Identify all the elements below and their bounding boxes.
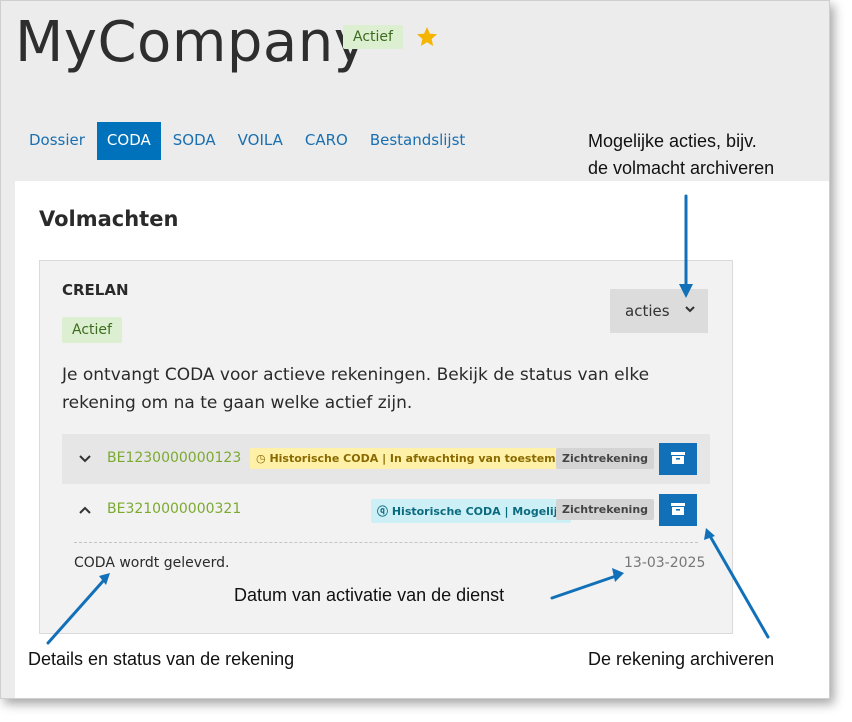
account-iban[interactable]: BE1230000000123 [107, 450, 241, 466]
clock-icon: ◷ [256, 452, 266, 465]
bank-name: CRELAN [62, 281, 129, 299]
archive-account-button[interactable] [659, 494, 697, 526]
account-status-text: Historische CODA | Mogelijk [391, 505, 565, 518]
content-panel: Volmachten CRELAN Actief acties Je ontva… [15, 181, 829, 698]
account-status-tag: ◷ Historische CODA | In afwachting van t… [250, 448, 593, 469]
account-type-tag: Zichtrekening [556, 448, 655, 469]
tab-bar: Dossier CODA SODA VOILA CARO Bestandslij… [19, 122, 477, 160]
annotation-archive-note: De rekening archiveren [588, 649, 775, 669]
tab-caro[interactable]: CARO [295, 122, 358, 160]
activation-date: 13-03-2025 [624, 555, 706, 571]
archive-icon [671, 502, 685, 515]
account-status-tag: ⓠ Historische CODA | Mogelijk [371, 499, 571, 523]
archive-account-button[interactable] [659, 443, 697, 475]
account-status-text: Historische CODA | In afwachting van toe… [269, 452, 587, 465]
annotation-actions-line1: Mogelijke acties, bijv. [588, 131, 757, 151]
mandate-card: CRELAN Actief acties Je ontvangt CODA vo… [39, 260, 733, 634]
page-title: MyCompany [15, 10, 368, 75]
tab-soda[interactable]: SODA [163, 122, 226, 160]
chevron-down-icon [685, 306, 695, 313]
account-iban[interactable]: BE3210000000321 [107, 501, 241, 517]
chevron-up-icon[interactable] [78, 504, 92, 516]
tab-dossier[interactable]: Dossier [19, 122, 95, 160]
actions-dropdown-button[interactable]: acties [610, 289, 708, 333]
status-badge: Actief [343, 25, 403, 49]
actions-label: acties [625, 302, 670, 320]
tab-bestandslijst[interactable]: Bestandslijst [360, 122, 475, 160]
archive-icon [671, 451, 685, 464]
annotation-details-note: Details en status van de rekening [28, 649, 295, 669]
star-icon[interactable] [415, 25, 439, 49]
question-circle-icon: ⓠ [377, 505, 388, 518]
annotation-actions-line2: de volmacht archiveren [588, 158, 775, 178]
chevron-down-icon[interactable] [78, 453, 92, 465]
account-row: BE3210000000321 ⓠ Historische CODA | Mog… [62, 485, 710, 535]
mandate-description: Je ontvangt CODA voor actieve rekeningen… [62, 365, 650, 413]
mandate-status-badge: Actief [62, 317, 122, 343]
tab-voila[interactable]: VOILA [228, 122, 293, 160]
account-type-tag: Zichtrekening [556, 499, 655, 520]
tab-coda[interactable]: CODA [96, 122, 161, 160]
section-title: Volmachten [39, 207, 179, 231]
account-row: BE1230000000123 ◷ Historische CODA | In … [62, 434, 710, 484]
account-detail-text: CODA wordt geleverd. [74, 555, 230, 571]
annotation-date-note: Datum van activatie van de dienst [234, 585, 505, 605]
divider [74, 542, 698, 543]
